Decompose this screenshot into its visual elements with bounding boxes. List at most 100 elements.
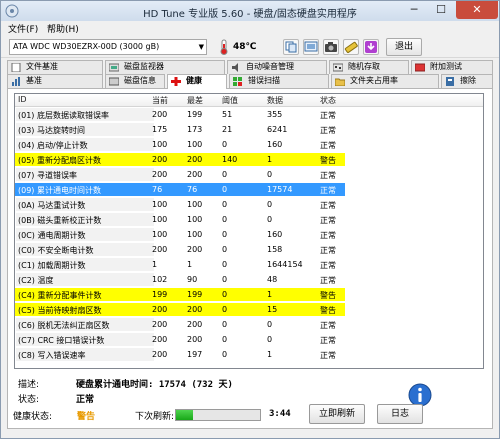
tab-random-access[interactable]: 随机存取 bbox=[329, 60, 409, 74]
table-row[interactable]: (0B) 磁头重新校正计数 100 100 0 0 正常 bbox=[15, 213, 483, 226]
tab-error-scan[interactable]: 错误扫描 bbox=[229, 74, 329, 88]
table-row[interactable]: (C6) 脱机无法纠正扇区数 200 200 0 0 正常 bbox=[15, 318, 483, 331]
table-row[interactable]: (0A) 马达重试计数 100 100 0 0 正常 bbox=[15, 198, 483, 211]
description-label: 描述: bbox=[18, 380, 40, 390]
cell-worst: 76 bbox=[187, 185, 198, 194]
cell-current: 200 bbox=[152, 245, 168, 254]
cell-id: (C5) 当前待映射扇区数 bbox=[18, 306, 102, 315]
cell-current: 200 bbox=[152, 110, 168, 119]
cell-threshold: 21 bbox=[222, 125, 233, 134]
erase-icon bbox=[446, 77, 454, 86]
options-button[interactable] bbox=[343, 39, 359, 55]
drive-select[interactable]: ATA WDC WD30EZRX-00D (3000 gB) ▼ bbox=[9, 39, 207, 55]
options-icon bbox=[344, 41, 358, 54]
table-row[interactable]: (07) 寻道错误率 200 200 0 0 正常 bbox=[15, 168, 483, 181]
health-status-value: 警告 bbox=[77, 412, 96, 422]
table-row[interactable]: (04) 启动/停止计数 100 100 0 160 正常 bbox=[15, 138, 483, 151]
cell-data: 48 bbox=[267, 275, 278, 284]
table-row[interactable]: (01) 底层数据读取错误率 200 199 51 355 正常 bbox=[15, 108, 483, 121]
cell-current: 100 bbox=[152, 215, 168, 224]
save-button[interactable] bbox=[363, 39, 379, 55]
cell-id: (01) 底层数据读取错误率 bbox=[18, 111, 109, 120]
header-id[interactable]: ID bbox=[18, 95, 27, 104]
cell-worst: 1 bbox=[187, 260, 193, 269]
cell-status: 正常 bbox=[320, 351, 336, 360]
cell-threshold: 0 bbox=[222, 350, 228, 359]
screenshot-button[interactable] bbox=[323, 39, 339, 55]
table-row[interactable]: (C8) 写入错误速率 200 197 0 1 正常 bbox=[15, 348, 483, 361]
tab-error-scan-label: 错误扫描 bbox=[248, 76, 280, 85]
maximize-button[interactable]: ☐ bbox=[428, 1, 454, 19]
header-threshold[interactable]: 阈值 bbox=[222, 95, 238, 106]
benchmark-icon bbox=[12, 77, 20, 86]
extra-tests-icon bbox=[415, 63, 425, 72]
tab-disk-info[interactable]: 磁盘信息 bbox=[105, 74, 165, 88]
cell-threshold: 0 bbox=[222, 245, 228, 254]
refresh-now-button[interactable]: 立即刷新 bbox=[309, 404, 365, 424]
cell-current: 175 bbox=[152, 125, 168, 134]
tab-benchmark[interactable]: 基准 bbox=[7, 74, 103, 88]
camera-icon bbox=[325, 42, 337, 52]
thermometer-icon bbox=[220, 39, 228, 55]
menu-file[interactable]: 文件(F) bbox=[8, 22, 38, 35]
title-bar: HD Tune 专业版 5.60 - 硬盘/固态硬盘实用程序 ─ ☐ ✕ bbox=[1, 1, 499, 21]
table-row[interactable]: (C7) CRC 接口错误计数 200 200 0 0 正常 bbox=[15, 333, 483, 346]
tab-erase[interactable]: 擦除 bbox=[441, 74, 493, 88]
table-row[interactable]: (03) 马达旋转时间 175 173 21 6241 正常 bbox=[15, 123, 483, 136]
cell-id: (05) 重新分配扇区计数 bbox=[18, 156, 101, 165]
cell-status: 正常 bbox=[320, 141, 336, 150]
tab-extra-tests[interactable]: 附加测试 bbox=[411, 60, 493, 74]
minimize-button[interactable]: ─ bbox=[401, 1, 427, 19]
table-row[interactable]: (C1) 加载周期计数 1 1 0 1644154 正常 bbox=[15, 258, 483, 271]
cell-worst: 200 bbox=[187, 305, 203, 314]
cell-data: 1 bbox=[267, 290, 273, 299]
refresh-progress-fill bbox=[176, 410, 193, 420]
tab-health[interactable]: 健康 bbox=[167, 74, 227, 89]
table-row[interactable]: (05) 重新分配扇区计数 200 200 140 1 警告 bbox=[15, 153, 483, 166]
header-status[interactable]: 状态 bbox=[320, 95, 336, 106]
header-worst[interactable]: 最差 bbox=[187, 95, 203, 106]
file-benchmark-icon bbox=[11, 63, 21, 72]
exit-button[interactable]: 退出 bbox=[386, 38, 422, 56]
tab-file-benchmark-label: 文件基准 bbox=[26, 62, 58, 71]
cell-threshold: 0 bbox=[222, 230, 228, 239]
cell-current: 200 bbox=[152, 305, 168, 314]
cell-data: 0 bbox=[267, 320, 273, 329]
cell-threshold: 0 bbox=[222, 290, 228, 299]
smart-table[interactable]: ID 当前 最差 阈值 数据 状态 (01) 底层数据读取错误率 200 199 51… bbox=[14, 93, 484, 369]
cell-status: 警告 bbox=[320, 306, 336, 315]
header-data[interactable]: 数据 bbox=[267, 95, 283, 106]
close-button[interactable]: ✕ bbox=[456, 1, 498, 19]
table-row[interactable]: (0C) 通电周期计数 100 100 0 160 正常 bbox=[15, 228, 483, 241]
copy-screen-button[interactable] bbox=[303, 39, 319, 55]
cell-status: 正常 bbox=[320, 201, 336, 210]
cell-id: (0B) 磁头重新校正计数 bbox=[18, 216, 102, 225]
folder-usage-icon bbox=[335, 78, 345, 86]
menu-help[interactable]: 帮助(H) bbox=[47, 22, 79, 35]
cell-worst: 197 bbox=[187, 350, 203, 359]
cell-threshold: 0 bbox=[222, 200, 228, 209]
cell-threshold: 140 bbox=[222, 155, 238, 164]
cell-status: 警告 bbox=[320, 156, 336, 165]
drive-select-value: ATA WDC WD30EZRX-00D (3000 gB) bbox=[13, 42, 160, 51]
cell-id: (07) 寻道错误率 bbox=[18, 171, 77, 180]
cell-status: 正常 bbox=[320, 126, 336, 135]
cell-current: 76 bbox=[152, 185, 163, 194]
tab-erase-label: 擦除 bbox=[460, 76, 476, 85]
refresh-countdown: 3:44 bbox=[269, 409, 291, 419]
tab-folder-usage[interactable]: 文件夹占用率 bbox=[331, 74, 439, 88]
table-row[interactable]: (C0) 不安全断电计数 200 200 0 158 正常 bbox=[15, 243, 483, 256]
status-bar: 健康状态: 警告 下次刷新: 3:44 立即刷新 日志 bbox=[7, 400, 493, 432]
copy-button[interactable] bbox=[283, 39, 299, 55]
tab-disk-monitor[interactable]: 磁盘监视器 bbox=[105, 60, 225, 74]
table-row[interactable]: (C5) 当前待映射扇区数 200 200 0 15 警告 bbox=[15, 303, 483, 316]
tab-aam[interactable]: 自动噪音管理 bbox=[227, 60, 327, 74]
table-row[interactable]: (09) 累计通电时间计数 76 76 0 17574 正常 bbox=[15, 183, 483, 196]
log-button[interactable]: 日志 bbox=[377, 404, 423, 424]
table-row[interactable]: (C4) 重新分配事件计数 199 199 0 1 警告 bbox=[15, 288, 483, 301]
header-current[interactable]: 当前 bbox=[152, 95, 168, 106]
cell-threshold: 0 bbox=[222, 260, 228, 269]
cell-status: 正常 bbox=[320, 216, 336, 225]
tab-file-benchmark[interactable]: 文件基准 bbox=[7, 60, 103, 74]
table-row[interactable]: (C2) 温度 102 90 0 48 正常 bbox=[15, 273, 483, 286]
